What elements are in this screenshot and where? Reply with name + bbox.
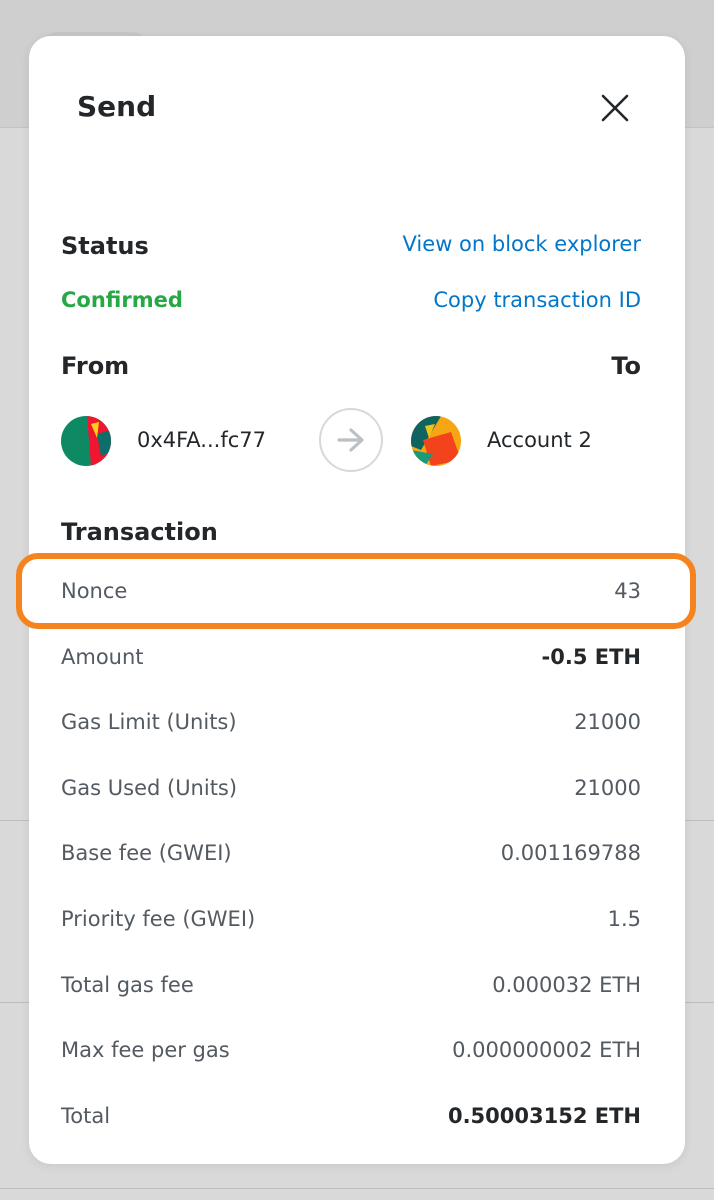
row-label: Max fee per gas <box>61 1038 230 1063</box>
row-label: Nonce <box>61 579 128 603</box>
copy-transaction-id-link[interactable]: Copy transaction ID <box>433 288 641 312</box>
row-value: 0.000032 ETH <box>492 972 641 997</box>
row-label: Total gas fee <box>61 972 194 997</box>
from-label: From <box>61 352 130 380</box>
recipient-name: Account 2 <box>487 428 592 452</box>
transaction-row-total-gas-fee: Total gas fee 0.000032 ETH <box>61 965 641 1005</box>
transaction-row-total: Total 0.50003152 ETH <box>61 1096 641 1136</box>
sender-avatar <box>61 416 111 466</box>
transaction-row-base-fee-gwei: Base fee (GWEI) 0.001169788 <box>61 833 641 873</box>
close-button[interactable] <box>597 90 633 126</box>
background-divider <box>0 1188 714 1189</box>
recipient-avatar <box>411 416 461 466</box>
row-label: Amount <box>61 644 144 669</box>
row-value: 0.50003152 ETH <box>447 1103 641 1128</box>
status-badge: Confirmed <box>61 288 183 312</box>
to-label: To <box>611 352 641 380</box>
modal-title: Send <box>77 90 157 123</box>
transaction-row-amount: Amount -0.5 ETH <box>61 637 641 677</box>
row-label: Gas Limit (Units) <box>61 710 237 735</box>
transaction-row-gas-limit-units: Gas Limit (Units) 21000 <box>61 702 641 742</box>
transaction-section-title: Transaction <box>61 518 218 546</box>
transfer-direction <box>319 408 383 472</box>
transaction-row-nonce: Nonce 43 <box>61 571 641 611</box>
row-label: Total <box>61 1103 111 1128</box>
view-on-block-explorer-link[interactable]: View on block explorer <box>403 232 641 256</box>
row-value: 43 <box>614 579 641 603</box>
row-value: 0.000000002 ETH <box>452 1038 641 1063</box>
arrow-right-icon <box>337 428 364 452</box>
transaction-row-max-fee-per-gas: Max fee per gas 0.000000002 ETH <box>61 1030 641 1070</box>
transaction-row-priority-fee-gwei: Priority fee (GWEI) 1.5 <box>61 899 641 939</box>
transaction-row-gas-used-units: Gas Used (Units) 21000 <box>61 768 641 808</box>
status-label: Status <box>61 232 149 260</box>
row-value: 21000 <box>574 710 641 735</box>
row-label: Base fee (GWEI) <box>61 841 232 866</box>
row-value: -0.5 ETH <box>541 644 641 669</box>
row-value: 1.5 <box>607 907 641 931</box>
row-value: 0.001169788 <box>500 841 641 866</box>
row-label: Gas Used (Units) <box>61 775 238 800</box>
row-value: 21000 <box>574 775 641 800</box>
sender-address: 0x4FA...fc77 <box>137 428 266 452</box>
row-label: Priority fee (GWEI) <box>61 907 256 931</box>
close-icon <box>601 94 629 122</box>
